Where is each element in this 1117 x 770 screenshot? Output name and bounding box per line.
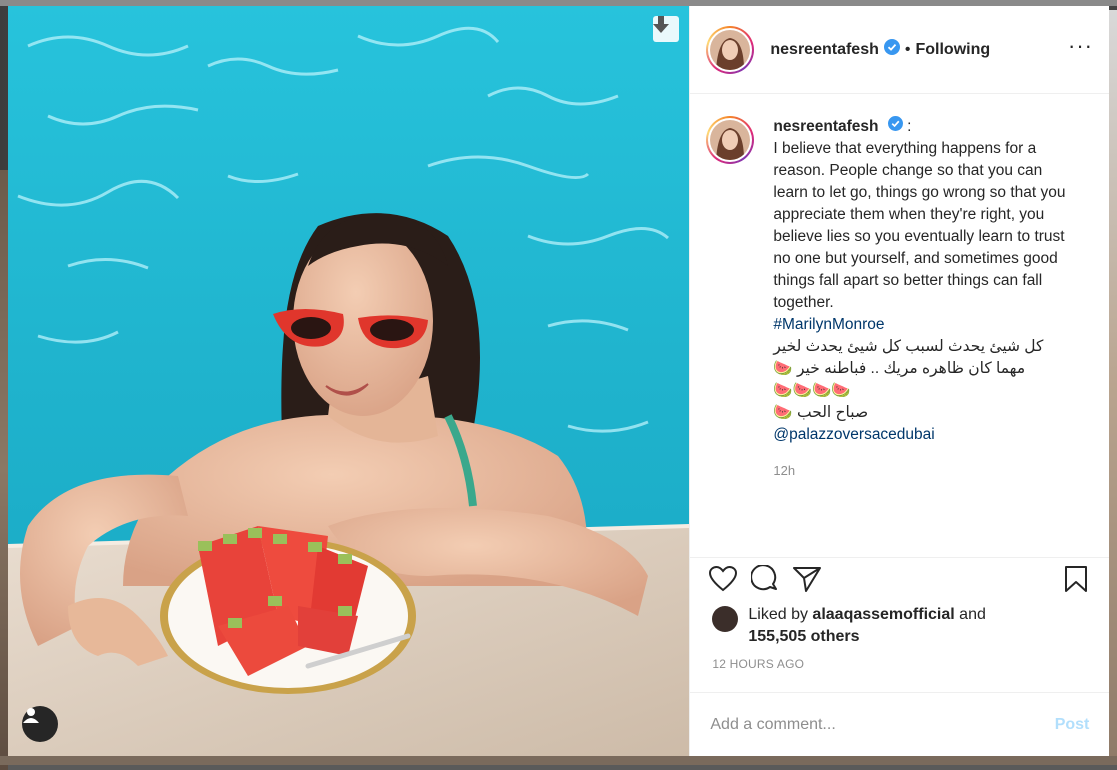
caption-arabic-line: مهما كان ظاهره مريك .. فباطنه خير 🍉 <box>773 360 1026 378</box>
post-image <box>8 6 690 756</box>
likes-count[interactable]: 155,505 others <box>748 628 859 645</box>
avatar-image <box>710 120 751 160</box>
verified-badge-icon <box>887 116 903 138</box>
background-page-left <box>0 170 8 770</box>
post-header: nesreentafesh • Following ··· <box>690 6 1109 94</box>
caption-arabic-line: كل شيئ يحدث لسبب كل شيئ يحدث لخير <box>773 338 1044 356</box>
action-bar <box>690 557 1110 599</box>
caption-text: I believe that everything happens for a … <box>773 140 1070 312</box>
post-comment-button[interactable]: Post <box>1055 716 1090 734</box>
author-username[interactable]: nesreentafesh <box>770 41 879 59</box>
post-timestamp[interactable]: 12 HOURS AGO <box>712 657 804 671</box>
caption-mention[interactable]: @palazzoversacedubai <box>773 424 1078 446</box>
caption-username[interactable]: nesreentafesh <box>773 118 878 135</box>
caption-time[interactable]: 12h <box>773 460 1078 482</box>
author-avatar[interactable] <box>706 25 755 74</box>
bookmark-icon[interactable] <box>1059 562 1093 596</box>
caption-emoji-line: 🍉🍉🍉🍉 <box>773 382 851 400</box>
tagged-users-icon[interactable] <box>22 706 58 742</box>
likes-joiner: and <box>959 606 986 623</box>
likes-summary: Liked by alaaqassemofficial and 155,505 … <box>712 604 986 648</box>
caption-arabic-line: صباح الحب 🍉 <box>773 404 869 422</box>
caption-colon: : <box>907 118 912 136</box>
likes-prefix: Liked by <box>748 606 808 623</box>
caption: nesreentafesh : I believe that everythin… <box>773 116 1078 544</box>
post-modal: nesreentafesh • Following ··· nesreentaf… <box>8 6 1110 756</box>
header-separator: • <box>904 40 911 58</box>
background-page-right <box>1109 10 1117 760</box>
download-icon[interactable] <box>653 16 680 42</box>
liker-username[interactable]: alaaqassemofficial <box>812 606 954 623</box>
background-page-bottom <box>0 756 1117 765</box>
caption-avatar[interactable] <box>706 116 755 164</box>
comment-icon[interactable] <box>748 562 782 596</box>
caption-hashtag[interactable]: #MarilynMonroe <box>773 314 1078 336</box>
comments-area: nesreentafesh : I believe that everythin… <box>690 94 1109 544</box>
avatar-image <box>710 29 751 70</box>
post-sidebar: nesreentafesh • Following ··· nesreentaf… <box>689 6 1110 756</box>
verified-badge-icon <box>883 39 900 60</box>
likes-text: Liked by alaaqassemofficial and 155,505 … <box>748 604 986 648</box>
share-icon[interactable] <box>790 562 824 596</box>
comment-input[interactable]: Add a comment... <box>710 716 1054 734</box>
post-photo[interactable] <box>8 6 690 756</box>
following-button[interactable]: Following <box>915 41 990 59</box>
liker-avatar[interactable] <box>712 606 739 632</box>
comment-form: Add a comment... Post <box>690 692 1110 756</box>
heart-icon[interactable] <box>706 562 740 596</box>
more-options-icon[interactable]: ··· <box>1068 34 1093 59</box>
